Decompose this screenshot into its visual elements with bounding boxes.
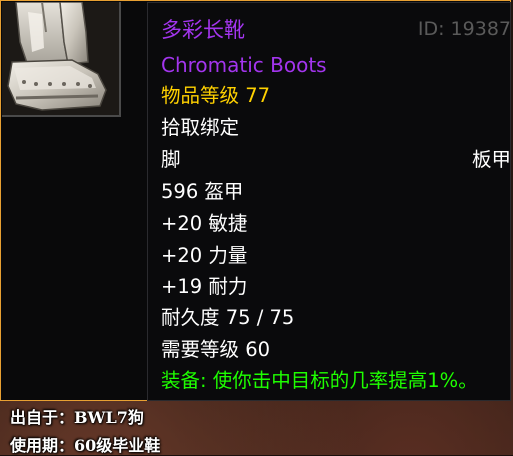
item-tooltip: 多彩长靴 ID: 19387 Chromatic Boots 物品等级 77 拾… [147, 2, 511, 401]
item-name-chinese: 多彩长靴 [161, 18, 245, 42]
item-icon-slot[interactable] [2, 2, 121, 117]
item-id: ID: 19387 [417, 18, 511, 40]
stat-strength: +20 力量 [161, 244, 248, 267]
required-level: 需要等级 60 [161, 338, 271, 361]
armor-type-text: 板甲 [471, 148, 511, 171]
equip-effect: 装备: 使你击中目标的几率提高1%。 [161, 369, 478, 392]
stat-agility: +20 敏捷 [161, 212, 248, 235]
item-tooltip-frame: 多彩长靴 ID: 19387 Chromatic Boots 物品等级 77 拾… [0, 0, 511, 401]
plate-boots-icon [2, 2, 119, 115]
item-name-english: Chromatic Boots [161, 53, 327, 77]
durability-text: 耐久度 75 / 75 [161, 306, 295, 329]
usage-caption: 使用期：60级毕业鞋 [10, 436, 161, 455]
item-level: 物品等级 77 [161, 84, 271, 107]
binding-text: 拾取绑定 [161, 116, 240, 139]
slot-text: 脚 [161, 148, 181, 171]
source-caption: 出自于：BWL7狗 [10, 408, 144, 427]
armor-value: 596 盔甲 [161, 180, 244, 203]
stat-stamina: +19 耐力 [161, 275, 248, 298]
